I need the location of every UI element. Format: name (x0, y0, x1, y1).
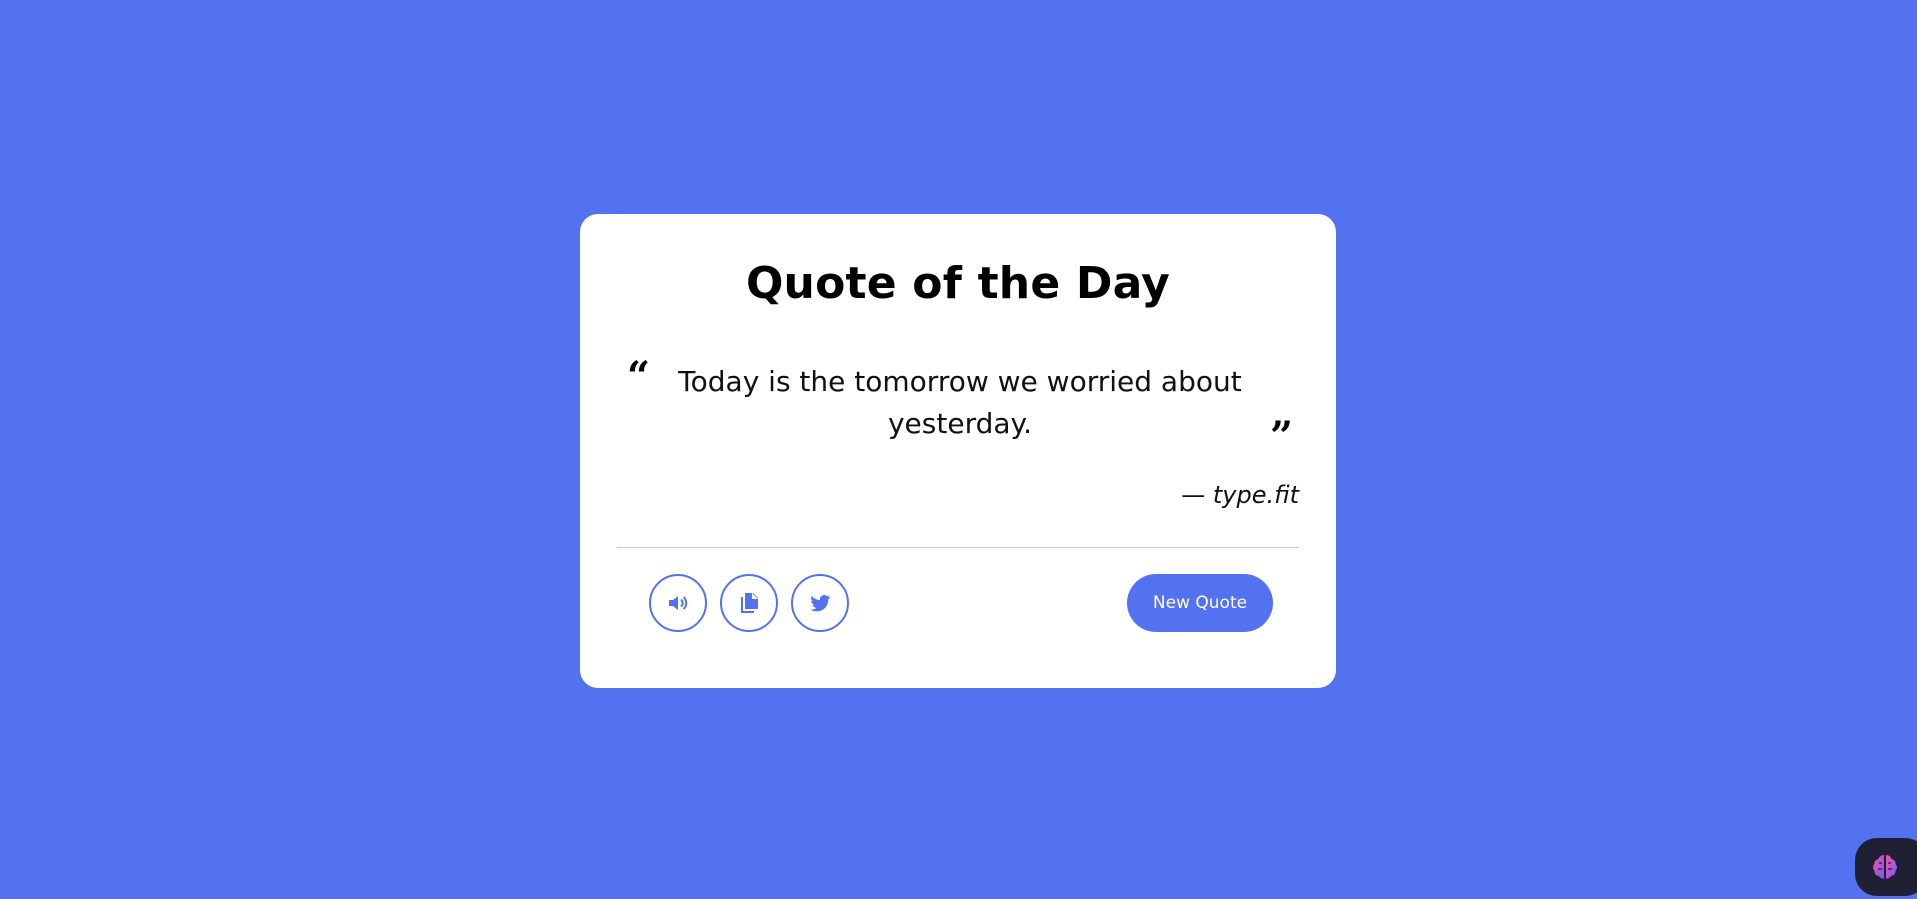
copy-button[interactable] (720, 574, 778, 632)
brain-icon (1873, 855, 1897, 879)
twitter-icon (810, 595, 831, 612)
tweet-button[interactable] (791, 574, 849, 632)
open-quote-icon: “ (627, 353, 651, 400)
quote-card: Quote of the Day “ Today is the tomorrow… (580, 214, 1336, 688)
author-name: type.fit (1212, 481, 1299, 509)
quote-author: — type.fit (617, 481, 1299, 509)
speak-button[interactable] (649, 574, 707, 632)
quote-text: Today is the tomorrow we worried about y… (678, 365, 1242, 440)
speaker-icon (669, 596, 688, 610)
author-dash: — (1181, 481, 1206, 509)
new-quote-button[interactable]: New Quote (1127, 574, 1273, 632)
close-quote-icon: ” (1269, 413, 1293, 460)
quote-area: “ Today is the tomorrow we worried about… (617, 357, 1299, 457)
action-bar: New Quote (617, 548, 1299, 644)
assistant-widget[interactable] (1855, 838, 1917, 896)
page-title: Quote of the Day (745, 258, 1171, 309)
copy-icon (741, 593, 758, 613)
